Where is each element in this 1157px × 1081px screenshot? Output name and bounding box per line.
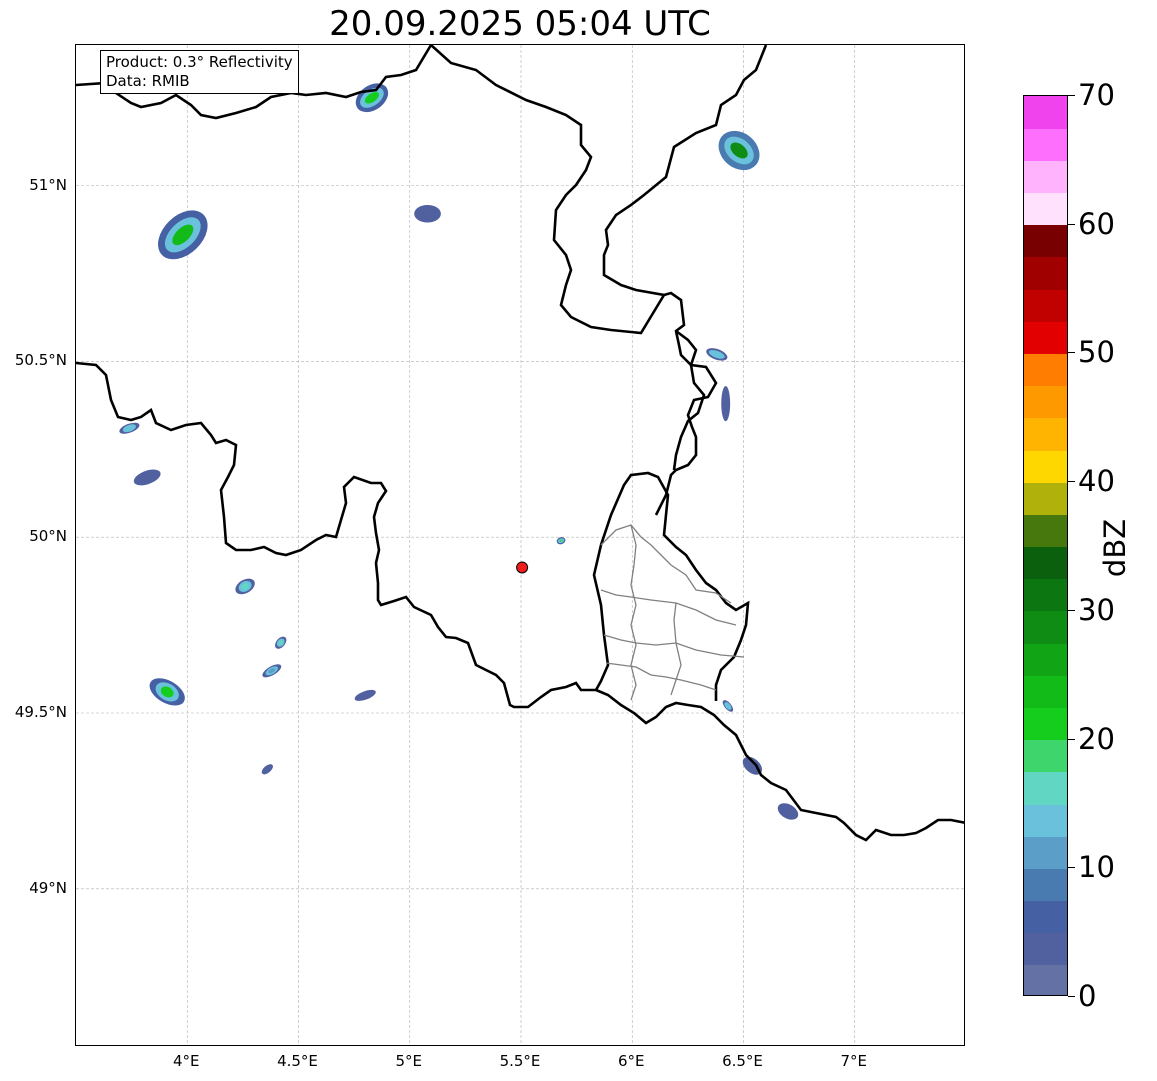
colorbar-segment — [1024, 739, 1067, 773]
colorbar-segment — [1024, 417, 1067, 451]
colorbar-segment — [1024, 643, 1067, 676]
colorbar-segment — [1024, 289, 1067, 322]
colorbar-tick-label: 70 — [1078, 78, 1115, 112]
echo-outer — [414, 204, 441, 223]
colorbar-segment — [1024, 321, 1067, 355]
colorbar-tick-label: 50 — [1078, 335, 1115, 370]
colorbar-segment — [1024, 900, 1067, 934]
colorbar-unit-label: dBZ — [1098, 518, 1132, 578]
lon-tick-label: 5.5°E — [499, 1052, 541, 1070]
radar-map[interactable] — [75, 44, 965, 1046]
colorbar-segment — [1024, 482, 1067, 515]
radar-echo — [119, 422, 140, 434]
radar-echo — [275, 636, 287, 649]
lat-tick-label: 50°N — [29, 527, 67, 546]
colorbar-tick — [1068, 738, 1075, 740]
colorbar-segment — [1024, 707, 1067, 741]
colorbar-segment — [1024, 224, 1067, 258]
colorbar-tick — [1068, 352, 1075, 354]
canton-border — [630, 524, 637, 701]
canton-border — [600, 589, 737, 626]
colorbar-segment — [1024, 771, 1067, 805]
colorbar-tick — [1068, 223, 1075, 225]
radar-map-canvas[interactable] — [76, 45, 965, 1046]
border-lu — [592, 471, 750, 701]
country-borders — [76, 45, 964, 842]
radar-echo — [355, 83, 389, 113]
product-info-box: Product: 0.3° Reflectivity Data: RMIB — [100, 50, 299, 94]
radar-echo — [414, 204, 441, 223]
radar-echo — [261, 764, 273, 775]
colorbar-tick-label: 60 — [1078, 206, 1115, 241]
lat-tick-label: 51°N — [29, 175, 67, 194]
radar-echo — [722, 700, 734, 712]
border-fr-de — [595, 688, 964, 842]
radar-echo — [718, 130, 760, 171]
colorbar-segment — [1024, 836, 1067, 869]
echo-outer — [721, 386, 731, 422]
canton-border — [605, 662, 717, 691]
colorbar-segment — [1024, 964, 1067, 995]
echo-outer — [354, 689, 376, 701]
map-title: 20.09.2025 05:04 UTC — [329, 4, 711, 44]
radar-echo — [354, 689, 376, 701]
lu-canton-borders — [600, 524, 745, 701]
colorbar-segment — [1024, 160, 1067, 194]
colorbar-segment — [1024, 256, 1067, 290]
colorbar-segment — [1024, 675, 1067, 708]
lon-tick-label: 6.5°E — [722, 1052, 763, 1070]
radar-echo — [133, 469, 161, 486]
echo-outer — [261, 764, 273, 775]
lat-tick-label: 49.5°N — [14, 703, 67, 721]
colorbar-tick — [1068, 481, 1075, 483]
colorbar-tick-label: 40 — [1078, 464, 1115, 499]
colorbar-segment — [1024, 803, 1067, 837]
radar-echo — [149, 678, 185, 706]
radar-echo — [235, 578, 255, 595]
border-de-be — [654, 291, 718, 516]
lon-tick-label: 5°E — [395, 1052, 423, 1070]
colorbar-tick — [1068, 867, 1075, 869]
colorbar-segment — [1024, 128, 1067, 161]
lat-tick-label: 50.5°N — [14, 351, 67, 370]
colorbar-tick — [1068, 996, 1075, 997]
colorbar-tick-label: 30 — [1078, 592, 1115, 627]
colorbar-segment — [1024, 385, 1067, 419]
colorbar-tick-label: 10 — [1078, 850, 1115, 885]
radar-echo — [706, 348, 728, 361]
data-source-label: Data: RMIB — [106, 72, 190, 90]
border-be-fr — [76, 361, 596, 709]
lon-tick-label: 7°E — [840, 1052, 868, 1070]
colorbar-segment — [1024, 192, 1067, 226]
colorbar — [1023, 95, 1068, 996]
colorbar-tick-label: 20 — [1078, 721, 1115, 756]
colorbar-tick — [1068, 609, 1075, 611]
radar-echo — [721, 386, 731, 422]
colorbar-segment — [1024, 96, 1067, 129]
colorbar-segment — [1024, 514, 1067, 548]
colorbar-segment — [1024, 610, 1067, 644]
colorbar-segment — [1024, 932, 1067, 966]
graticule — [76, 45, 964, 1045]
colorbar-tick-label: 0 — [1078, 979, 1097, 1013]
radar-echo — [262, 664, 282, 678]
colorbar-segment — [1024, 546, 1067, 580]
lon-tick-label: 4°E — [172, 1052, 200, 1070]
radar-echo — [158, 210, 208, 260]
colorbar-segment — [1024, 868, 1067, 902]
lon-tick-label: 6°E — [617, 1052, 645, 1070]
echo-outer — [133, 469, 161, 486]
canton-border — [603, 634, 745, 658]
lat-tick-label: 49°N — [29, 878, 67, 897]
lon-tick-label: 4.5°E — [277, 1052, 318, 1070]
colorbar-segment — [1024, 449, 1067, 483]
border-be-de-east — [672, 329, 706, 471]
colorbar-segment — [1024, 353, 1067, 387]
border-nl-de-be — [430, 45, 768, 335]
radar-site-marker[interactable] — [516, 561, 529, 574]
colorbar-segment — [1024, 578, 1067, 612]
canton-border — [670, 602, 682, 696]
product-label: Product: 0.3° Reflectivity — [106, 53, 293, 71]
colorbar-tick — [1068, 95, 1075, 96]
